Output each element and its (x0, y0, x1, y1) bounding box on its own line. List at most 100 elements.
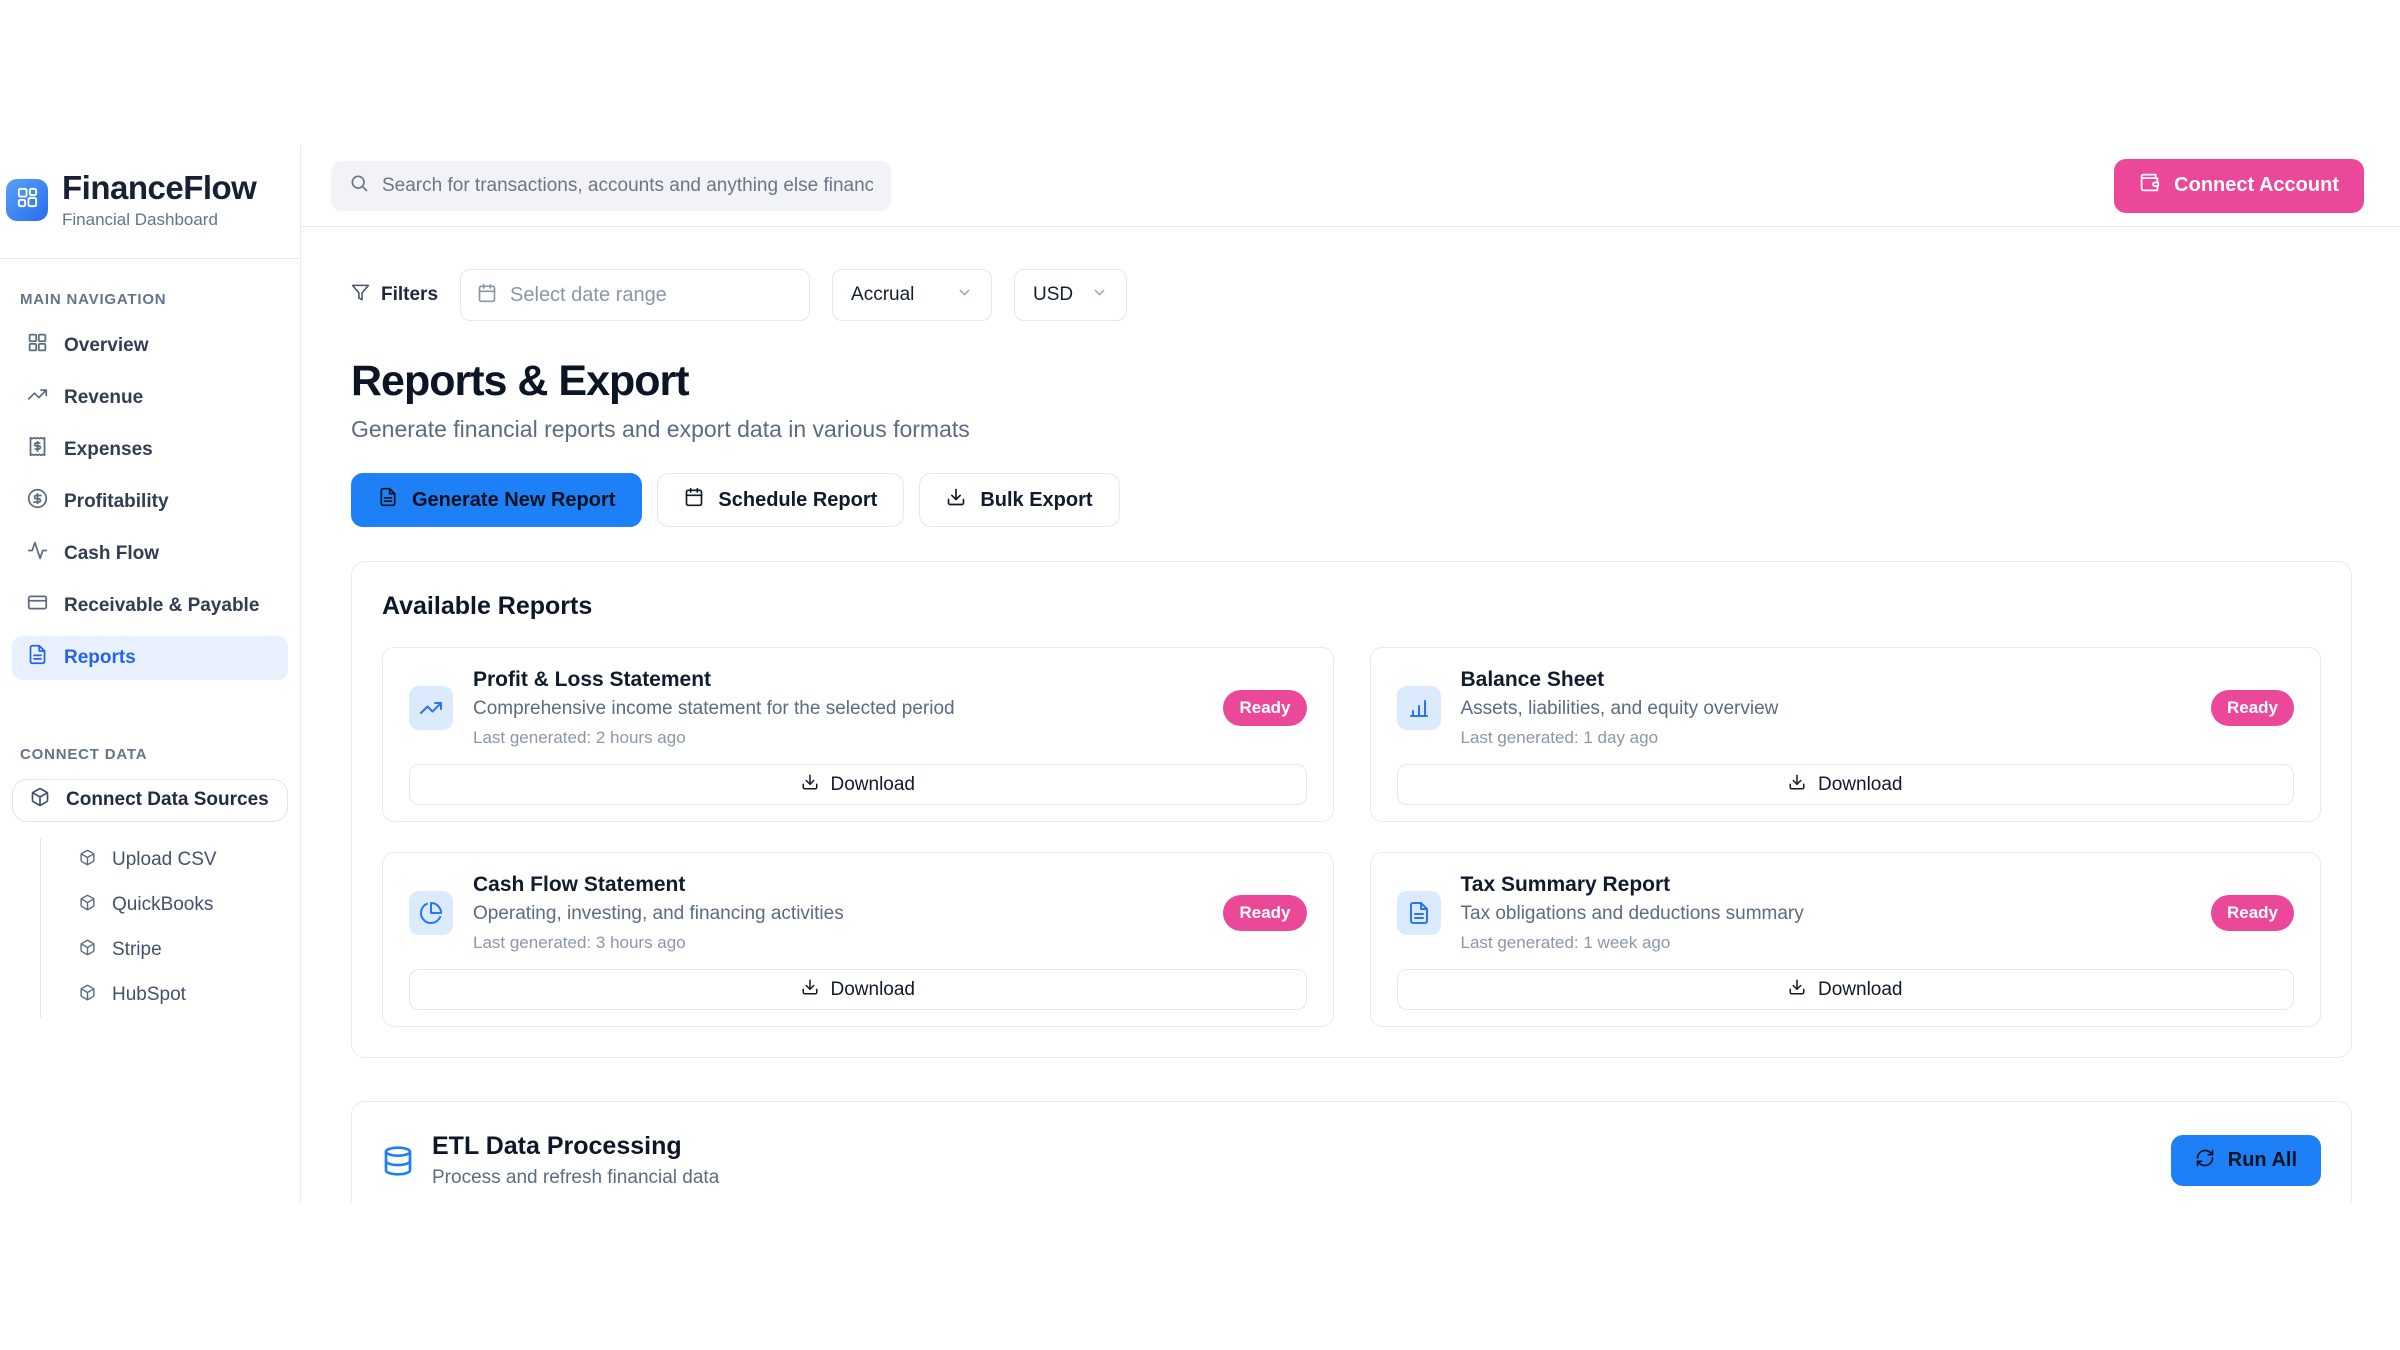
etl-title: ETL Data Processing (432, 1132, 719, 1161)
report-card-top: Cash Flow Statement Operating, investing… (409, 873, 1307, 953)
layout-dashboard-icon (16, 186, 39, 214)
source-item-stripe[interactable]: Stripe (41, 928, 300, 973)
download-label: Download (831, 979, 916, 1001)
source-item-hubspot[interactable]: HubSpot (41, 973, 300, 1018)
sidebar-item-revenue[interactable]: Revenue (12, 376, 288, 420)
source-item-label: QuickBooks (112, 894, 213, 916)
app-window: FinanceFlow Financial Dashboard MAIN NAV… (0, 145, 2400, 1202)
source-item-label: Stripe (112, 939, 162, 961)
sidebar-item-label: Cash Flow (64, 543, 159, 565)
report-description: Operating, investing, and financing acti… (473, 903, 1203, 925)
currency-value: USD (1033, 284, 1073, 306)
run-all-label: Run All (2228, 1149, 2297, 1172)
sidebar-item-label: Receivable & Payable (64, 595, 259, 617)
page-title: Reports & Export (351, 357, 2352, 406)
source-item-quickbooks[interactable]: QuickBooks (41, 883, 300, 928)
report-last-generated: Last generated: 1 week ago (1461, 933, 2191, 953)
currency-select[interactable]: USD (1014, 269, 1127, 321)
report-description: Assets, liabilities, and equity overview (1461, 698, 2191, 720)
generate-new-report-label: Generate New Report (412, 489, 615, 512)
filters-row: Filters Accrual USD (351, 269, 2352, 321)
file-text-icon (378, 487, 398, 513)
report-title: Profit & Loss Statement (473, 668, 1203, 692)
sidebar-item-overview[interactable]: Overview (12, 324, 288, 368)
generate-new-report-button[interactable]: Generate New Report (351, 473, 642, 527)
source-item-upload-csv[interactable]: Upload CSV (41, 838, 300, 883)
source-item-label: HubSpot (112, 984, 186, 1006)
download-icon (801, 773, 819, 797)
schedule-report-button[interactable]: Schedule Report (657, 473, 904, 527)
status-badge: Ready (1223, 895, 1306, 931)
sidebar-item-reports[interactable]: Reports (12, 636, 288, 680)
report-card-top: Balance Sheet Assets, liabilities, and e… (1397, 668, 2295, 748)
search-box (331, 161, 891, 211)
available-reports-title: Available Reports (382, 592, 2321, 621)
package-icon (79, 849, 96, 872)
run-all-button[interactable]: Run All (2171, 1135, 2321, 1186)
refresh-icon (2195, 1148, 2215, 1174)
filter-icon (351, 283, 370, 308)
main-nav: Overview Revenue Expenses Profitability … (0, 324, 300, 688)
trending-up-icon (27, 384, 48, 411)
main-navigation-label: MAIN NAVIGATION (0, 291, 300, 308)
file-text-icon (27, 644, 48, 671)
source-item-label: Upload CSV (112, 849, 217, 871)
report-title: Balance Sheet (1461, 668, 2191, 692)
accounting-method-select[interactable]: Accrual (832, 269, 992, 321)
sidebar-item-cash-flow[interactable]: Cash Flow (12, 532, 288, 576)
download-icon (946, 487, 966, 513)
date-range-field[interactable] (510, 284, 793, 307)
content: Filters Accrual USD Reports & Export Gen… (301, 227, 2400, 1202)
sidebar-item-label: Overview (64, 335, 149, 357)
sidebar-header: FinanceFlow Financial Dashboard (0, 145, 300, 259)
filters-label-text: Filters (381, 284, 438, 306)
package-icon (30, 787, 50, 813)
accounting-method-value: Accrual (851, 284, 914, 306)
bar-chart-icon (1397, 686, 1441, 730)
receipt-icon (27, 436, 48, 463)
download-button[interactable]: Download (1397, 969, 2295, 1010)
connect-account-button[interactable]: Connect Account (2114, 159, 2364, 213)
calendar-icon (684, 487, 704, 513)
download-button[interactable]: Download (409, 969, 1307, 1010)
bulk-export-button[interactable]: Bulk Export (919, 473, 1119, 527)
sidebar-item-profitability[interactable]: Profitability (12, 480, 288, 524)
page-subtitle: Generate financial reports and export da… (351, 416, 2352, 443)
report-card-top: Tax Summary Report Tax obligations and d… (1397, 873, 2295, 953)
connect-data-sources-button[interactable]: Connect Data Sources (12, 779, 288, 822)
report-last-generated: Last generated: 2 hours ago (473, 728, 1203, 748)
report-title: Cash Flow Statement (473, 873, 1203, 897)
sidebar-item-label: Reports (64, 647, 136, 669)
sidebar-item-receivable-payable[interactable]: Receivable & Payable (12, 584, 288, 628)
download-icon (801, 978, 819, 1002)
package-icon (79, 894, 96, 917)
credit-card-icon (27, 592, 48, 619)
search-input[interactable] (382, 175, 873, 197)
report-card-profit-loss: Profit & Loss Statement Comprehensive in… (382, 647, 1334, 822)
report-card-text: Cash Flow Statement Operating, investing… (473, 873, 1203, 953)
download-button[interactable]: Download (409, 764, 1307, 805)
report-card-text: Balance Sheet Assets, liabilities, and e… (1461, 668, 2191, 748)
report-last-generated: Last generated: 1 day ago (1461, 728, 2191, 748)
etl-texts: ETL Data Processing Process and refresh … (432, 1132, 719, 1189)
calendar-icon (477, 283, 497, 308)
report-last-generated: Last generated: 3 hours ago (473, 933, 1203, 953)
schedule-report-label: Schedule Report (718, 489, 877, 512)
brand-tagline: Financial Dashboard (62, 210, 256, 230)
brand-name: FinanceFlow (62, 171, 256, 206)
download-button[interactable]: Download (1397, 764, 2295, 805)
date-range-input[interactable] (460, 269, 810, 321)
chevron-down-icon (956, 284, 973, 307)
brand-block: FinanceFlow Financial Dashboard (62, 171, 256, 230)
sidebar-item-expenses[interactable]: Expenses (12, 428, 288, 472)
layout-grid-icon (27, 332, 48, 359)
etl-panel: ETL Data Processing Process and refresh … (351, 1101, 2352, 1202)
available-reports-panel: Available Reports Profit & Loss Statemen… (351, 561, 2352, 1058)
etl-subtitle: Process and refresh financial data (432, 1167, 719, 1189)
pie-chart-icon (409, 891, 453, 935)
etl-title-block: ETL Data Processing Process and refresh … (382, 1132, 719, 1189)
download-icon (1788, 978, 1806, 1002)
download-label: Download (1818, 774, 1903, 796)
etl-header: ETL Data Processing Process and refresh … (382, 1132, 2321, 1189)
report-title: Tax Summary Report (1461, 873, 2191, 897)
